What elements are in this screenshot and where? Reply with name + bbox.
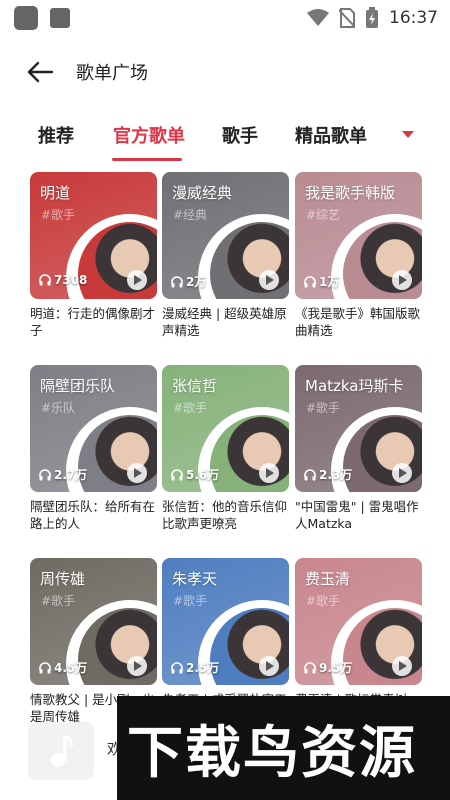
cover-title: 我是歌手韩版 <box>305 184 396 202</box>
play-count: 7308 <box>39 273 87 287</box>
play-count: 9.5万 <box>304 659 352 676</box>
cover-title: 张信哲 <box>172 377 218 395</box>
cover-title: Matzka玛斯卡 <box>305 377 404 395</box>
playlist-cover[interactable]: 明道 #歌手 7308 <box>30 172 157 299</box>
wifi-icon <box>307 9 329 26</box>
headphones-icon <box>304 275 316 287</box>
play-count: 2.5万 <box>171 659 219 676</box>
play-count-value: 2.7万 <box>54 468 88 482</box>
cover-title: 朱孝天 <box>172 570 218 588</box>
playlist-card[interactable]: 张信哲 #歌手 5.6万张信哲：他的音乐信仰比歌声更嘹亮 <box>162 365 289 532</box>
play-count: 2万 <box>171 273 206 290</box>
play-count-value: 2万 <box>186 275 207 289</box>
playlist-card[interactable]: Matzka玛斯卡 #歌手 2.3万 "中国雷鬼" | 雷鬼唱作人Matzka <box>295 365 422 532</box>
tab-recommend[interactable]: 推荐 <box>38 122 74 148</box>
headphones-icon <box>171 275 183 287</box>
cover-tag: #经典 <box>173 208 208 222</box>
active-tab-indicator <box>112 158 182 161</box>
play-count-value: 2.5万 <box>186 661 220 675</box>
headphones-icon <box>304 661 316 673</box>
play-count-value: 4.5万 <box>54 661 88 675</box>
cover-tag: #综艺 <box>306 208 341 222</box>
playlist-cover[interactable]: 朱孝天 #歌手 2.5万 <box>162 558 289 685</box>
playlist-card[interactable]: 隔壁团乐队 #乐队 2.7万隔壁团乐队：给所有在路上的人 <box>30 365 157 532</box>
playlist-cover[interactable]: 费玉清 #歌手 9.5万 <box>295 558 422 685</box>
play-count: 5.6万 <box>171 466 219 483</box>
watermark-text: 下载鸟资源 <box>127 721 417 786</box>
headphones-icon <box>39 274 51 286</box>
playlist-caption[interactable]: 隔壁团乐队：给所有在路上的人 <box>30 498 157 532</box>
tab-bar: 推荐 官方歌单 歌手 精品歌单 <box>0 114 450 164</box>
notification-app-icon-2 <box>50 8 70 28</box>
no-sim-icon <box>339 8 355 28</box>
playlist-caption[interactable]: "中国雷鬼" | 雷鬼唱作人Matzka <box>295 498 422 532</box>
page-title: 歌单广场 <box>76 63 148 84</box>
cover-tag: #歌手 <box>306 401 341 415</box>
playlist-cover[interactable]: 隔壁团乐队 #乐队 2.7万 <box>30 365 157 492</box>
playlist-cover[interactable]: 漫威经典 #经典 2万 <box>162 172 289 299</box>
play-button[interactable] <box>259 463 279 483</box>
playlist-card[interactable]: 我是歌手韩版 #综艺 1万《我是歌手》韩国版歌曲精选 <box>295 172 422 339</box>
play-button[interactable] <box>392 270 412 290</box>
playlist-caption[interactable]: 漫威经典 | 超级英雄原声精选 <box>162 305 289 339</box>
play-count-value: 5.6万 <box>186 468 220 482</box>
play-count-value: 1万 <box>319 275 340 289</box>
battery-charging-icon <box>366 7 378 28</box>
play-button[interactable] <box>127 463 147 483</box>
cover-title: 漫威经典 <box>172 184 233 202</box>
cover-tag: #乐队 <box>41 401 76 415</box>
playlist-caption[interactable]: 《我是歌手》韩国版歌曲精选 <box>295 305 422 339</box>
play-button[interactable] <box>259 656 279 676</box>
clock: 16:37 <box>389 8 438 28</box>
tab-premium-playlists[interactable]: 精品歌单 <box>295 122 367 148</box>
play-button[interactable] <box>259 270 279 290</box>
status-icons: 16:37 <box>307 6 438 30</box>
play-button[interactable] <box>127 270 147 290</box>
headphones-icon <box>304 468 316 480</box>
notification-app-icon <box>14 6 38 30</box>
play-count-value: 2.3万 <box>319 468 353 482</box>
cover-title: 明道 <box>40 184 71 202</box>
cover-tag: #歌手 <box>173 401 208 415</box>
play-button[interactable] <box>392 463 412 483</box>
music-note-icon <box>51 734 74 767</box>
play-count: 2.7万 <box>39 466 87 483</box>
headphones-icon <box>171 468 183 480</box>
headphones-icon <box>39 661 51 673</box>
mini-player-cover[interactable] <box>28 722 94 780</box>
playlist-caption[interactable]: 明道：行走的偶像剧才子 <box>30 305 157 339</box>
playlist-cover[interactable]: Matzka玛斯卡 #歌手 2.3万 <box>295 365 422 492</box>
tab-singers[interactable]: 歌手 <box>222 122 258 148</box>
watermark: 下载鸟资源 <box>117 696 450 800</box>
playlist-cover[interactable]: 张信哲 #歌手 5.6万 <box>162 365 289 492</box>
playlist-caption[interactable]: 张信哲：他的音乐信仰比歌声更嘹亮 <box>162 498 289 532</box>
play-count-value: 7308 <box>54 273 88 287</box>
headphones-icon <box>171 661 183 673</box>
cover-title: 费玉清 <box>305 570 351 588</box>
play-count: 2.3万 <box>304 466 352 483</box>
playlist-card[interactable]: 漫威经典 #经典 2万漫威经典 | 超级英雄原声精选 <box>162 172 289 339</box>
playlist-cover[interactable]: 周传雄 #歌手 4.5万 <box>30 558 157 685</box>
playlist-card[interactable]: 明道 #歌手 7308 明道：行走的偶像剧才子 <box>30 172 157 339</box>
play-count: 1万 <box>304 273 339 290</box>
cover-title: 隔壁团乐队 <box>40 377 116 395</box>
cover-title: 周传雄 <box>40 570 86 588</box>
cover-tag: #歌手 <box>306 594 341 608</box>
play-count-value: 9.5万 <box>319 661 353 675</box>
playlist-cover[interactable]: 我是歌手韩版 #综艺 1万 <box>295 172 422 299</box>
tab-official-playlists[interactable]: 官方歌单 <box>113 122 185 148</box>
play-button[interactable] <box>127 656 147 676</box>
play-button[interactable] <box>392 656 412 676</box>
play-count: 4.5万 <box>39 659 87 676</box>
back-arrow-icon[interactable] <box>26 58 54 86</box>
tab-dropdown-icon[interactable] <box>402 131 414 138</box>
headphones-icon <box>39 468 51 480</box>
cover-tag: #歌手 <box>173 594 208 608</box>
cover-tag: #歌手 <box>41 594 76 608</box>
header: 歌单广场 <box>0 50 450 94</box>
status-bar: 16:37 <box>0 0 450 36</box>
cover-tag: #歌手 <box>41 208 76 222</box>
